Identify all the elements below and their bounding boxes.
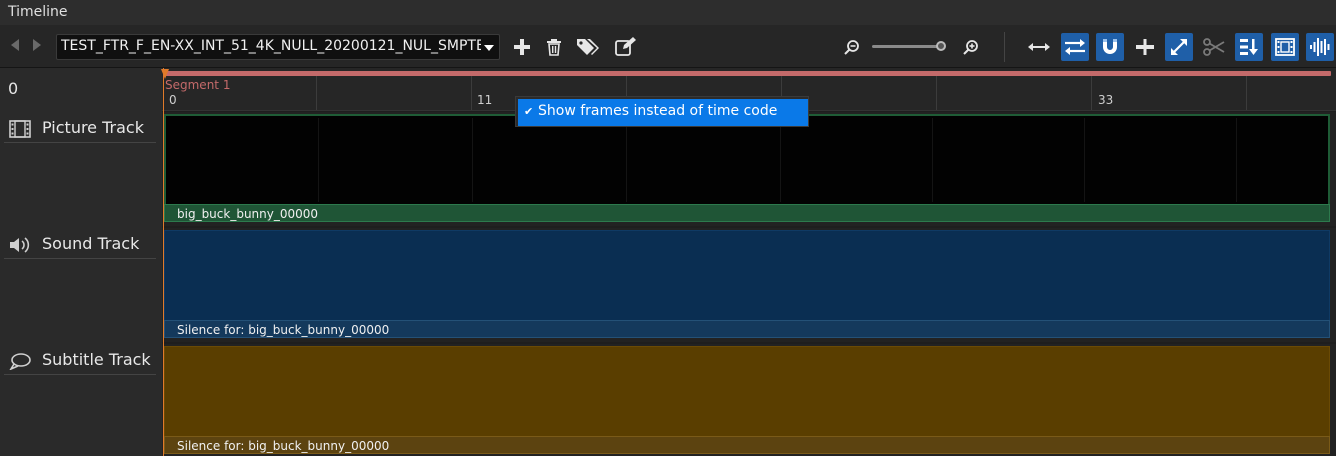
clip-thumbnails (164, 114, 1330, 204)
composition-name: TEST_FTR_F_EN-XX_INT_51_4K_NULL_20200121… (61, 38, 481, 54)
zoom-in-icon (963, 40, 978, 55)
ruler-tick (316, 76, 317, 110)
scissors-icon (1203, 38, 1225, 56)
ruler-context-menu: ✔ Show frames instead of time code (515, 96, 809, 127)
clip-label-bar: Silence for: big_buck_bunny_00000 (164, 320, 1330, 338)
checkmark-icon: ✔ (524, 105, 534, 118)
film-strip-icon (1275, 38, 1295, 56)
sort-down-toggle[interactable] (1235, 33, 1263, 61)
sort-down-icon (1240, 39, 1258, 55)
composition-select[interactable]: TEST_FTR_F_EN-XX_INT_51_4K_NULL_20200121… (56, 34, 500, 60)
chevron-right-icon[interactable] (33, 39, 41, 51)
menu-item-label: Show frames instead of time code (538, 103, 778, 119)
zoom-slider[interactable] (872, 45, 944, 48)
zoom-slider-handle[interactable] (936, 41, 946, 51)
ruler-tick (936, 76, 937, 110)
trash-icon (547, 39, 561, 56)
panel-title-bar: Timeline (0, 0, 1336, 25)
waveform-icon (1310, 38, 1330, 56)
ruler-tick (1091, 76, 1092, 110)
track-header-sound[interactable]: Sound Track (0, 228, 160, 342)
clip-body (164, 230, 1330, 320)
ruler-tick-label: 0 (169, 93, 177, 107)
film-icon (9, 120, 31, 142)
ruler-tick-label: 11 (477, 93, 493, 107)
snap-toggle[interactable] (1096, 33, 1124, 61)
chevron-left-icon[interactable] (11, 39, 19, 51)
fit-width-button[interactable] (1025, 33, 1053, 61)
ruler-tick (1246, 76, 1247, 110)
divider (4, 374, 156, 375)
track-name: Picture Track (42, 118, 144, 137)
chevron-down-icon (484, 45, 494, 51)
cut-button[interactable] (1200, 33, 1228, 61)
arrows-horizontal-icon (1028, 43, 1050, 51)
split-line-icon (1136, 39, 1154, 55)
track-header-picture[interactable]: Picture Track (0, 112, 160, 226)
track-name: Subtitle Track (42, 350, 151, 369)
clip-label: Silence for: big_buck_bunny_00000 (177, 439, 390, 453)
add-button[interactable] (508, 33, 536, 61)
subtitle-clip[interactable]: Silence for: big_buck_bunny_00000 (164, 346, 1330, 454)
segment-label: Segment 1 (165, 78, 231, 92)
frame-divider (780, 118, 781, 202)
track-name: Sound Track (42, 234, 140, 253)
expand-toggle[interactable] (1165, 33, 1193, 61)
swap-icon (1065, 39, 1085, 55)
clip-label: big_buck_bunny_00000 (177, 207, 319, 221)
clip-label-bar: Silence for: big_buck_bunny_00000 (164, 436, 1330, 454)
film-strip-toggle[interactable] (1271, 33, 1299, 61)
edit-icon (615, 37, 636, 56)
waveform-toggle[interactable] (1306, 33, 1334, 61)
clip-label-bar: big_buck_bunny_00000 (164, 204, 1330, 222)
magnet-icon (1103, 39, 1117, 54)
speaker-icon (9, 236, 31, 258)
frame-divider (1084, 118, 1085, 202)
edit-button[interactable] (612, 33, 640, 61)
frame-divider (472, 118, 473, 202)
zoom-in-button[interactable] (959, 33, 983, 61)
picture-clip[interactable]: big_buck_bunny_00000 (164, 114, 1330, 222)
ruler-tick (471, 76, 472, 110)
zoom-out-icon (844, 40, 859, 55)
toolbar-divider (1004, 32, 1005, 62)
frame-divider (1236, 118, 1237, 202)
clip-label: Silence for: big_buck_bunny_00000 (177, 323, 390, 337)
plus-icon (514, 39, 530, 55)
panel-title: Timeline (8, 4, 68, 20)
show-frames-menu-item[interactable]: ✔ Show frames instead of time code (518, 99, 808, 126)
speech-bubble-icon (9, 352, 31, 374)
ruler-tick-label: 33 (1098, 93, 1114, 107)
cursor-position: 0 (8, 79, 19, 98)
delete-button[interactable] (540, 33, 568, 61)
clip-body (164, 346, 1330, 436)
frame-divider (318, 118, 319, 202)
frame-divider (626, 118, 627, 202)
tags-icon (577, 39, 599, 55)
ripple-toggle[interactable] (1061, 33, 1089, 61)
zoom-out-button[interactable] (840, 33, 864, 61)
split-button[interactable] (1131, 33, 1159, 61)
divider (4, 142, 156, 143)
divider (4, 258, 156, 259)
playhead-line[interactable] (163, 68, 164, 456)
tags-button[interactable] (574, 33, 602, 61)
frame-divider (932, 118, 933, 202)
segment-bar[interactable] (165, 71, 1331, 76)
expand-icon (1171, 39, 1187, 55)
track-header-subtitle[interactable]: Subtitle Track (0, 344, 160, 456)
sound-clip[interactable]: Silence for: big_buck_bunny_00000 (164, 230, 1330, 338)
playhead-handle[interactable] (161, 69, 169, 79)
